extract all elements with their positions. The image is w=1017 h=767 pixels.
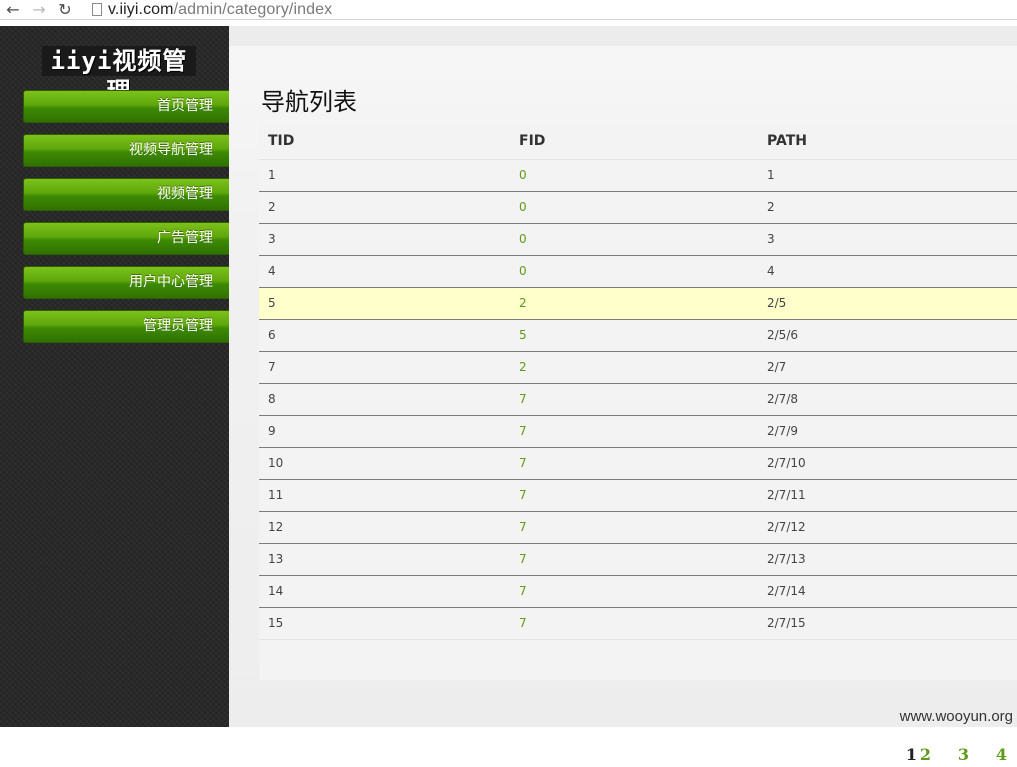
cell-path: 2/7/13	[758, 543, 1017, 576]
cell-fid: 0	[510, 191, 758, 224]
sidebar: iiyi视频管理 首页管理 视频导航管理 视频管理 广告管理 用户中心管理 管理…	[0, 26, 229, 727]
table-row: 101	[259, 159, 1017, 192]
table-row: 11 7 2/7/11	[259, 479, 1017, 512]
cell-fid: 7	[510, 415, 758, 448]
cell-path: 4	[758, 255, 1017, 288]
table-row: 5 2 2/5	[259, 287, 1017, 320]
cell-path: 2/7/9	[758, 415, 1017, 448]
cell-tid: 2	[259, 191, 510, 224]
sidebar-item-home[interactable]: 首页管理	[23, 90, 229, 123]
table-row: 8 7 2/7/8	[259, 383, 1017, 416]
column-header-path: PATH	[758, 123, 1017, 160]
cell-path: 2/5	[758, 287, 1017, 320]
table-row: 202	[259, 191, 1017, 224]
main-top-strip	[229, 26, 1017, 46]
sidebar-item-video-nav[interactable]: 视频导航管理	[23, 134, 229, 167]
cell-tid: 9	[259, 415, 510, 448]
cell-tid: 15	[259, 607, 510, 640]
cell-tid: 3	[259, 223, 510, 256]
cell-fid: 5	[510, 319, 758, 352]
page-title: 导航列表	[261, 88, 357, 116]
cell-fid: 7	[510, 607, 758, 640]
table-row: 12 7 2/7/12	[259, 511, 1017, 544]
cell-path: 3	[758, 223, 1017, 256]
cell-tid: 10	[259, 447, 510, 480]
cell-fid: 7	[510, 575, 758, 608]
pagination-link[interactable]: 3	[958, 745, 996, 767]
category-table-container: TID FID PATH 1 0 1 2 0 2 3 0 3 4 0 4 5 2 2/5 6 5 2/5/6 7 2 2…	[259, 123, 1017, 764]
cell-path: 2/7/8	[758, 383, 1017, 416]
cell-tid: 4	[259, 255, 510, 288]
cell-fid: 0	[510, 159, 758, 192]
main-content: 导航列表 TID FID PATH 1 0 1 2 0 2 3 0 3 4 0 4 5 2 2/5 6 5 2/5…	[229, 26, 1017, 764]
cell-tid: 8	[259, 383, 510, 416]
table-row: 15 7 2/7/15	[259, 607, 1017, 640]
table-row: 9 7 2/7/9	[259, 415, 1017, 448]
cell-tid: 14	[259, 575, 510, 608]
cell-path: 2/7/15	[758, 607, 1017, 640]
back-icon[interactable]: ←	[0, 0, 26, 20]
cell-path: 2	[758, 191, 1017, 224]
cell-path: 1	[758, 159, 1017, 192]
table-row: 7 2 2/7	[259, 351, 1017, 384]
cell-path: 2/7/12	[758, 511, 1017, 544]
cell-tid: 6	[259, 319, 510, 352]
url-host: v.iiyi.com	[108, 0, 174, 18]
watermark: www.wooyun.org	[899, 708, 1013, 725]
cell-tid: 13	[259, 543, 510, 576]
table-row: 303	[259, 223, 1017, 256]
table-row: 404	[259, 255, 1017, 288]
sidebar-item-user-center[interactable]: 用户中心管理	[23, 266, 229, 299]
cell-fid: 7	[510, 479, 758, 512]
table-row: 10 7 2/7/10	[259, 447, 1017, 480]
cell-path: 2/7/11	[758, 479, 1017, 512]
sidebar-item-video[interactable]: 视频管理	[23, 178, 229, 211]
pagination: 1 2 3 4	[906, 745, 1007, 767]
cell-path: 2/5/6	[758, 319, 1017, 352]
pagination-link[interactable]: 4	[996, 745, 1007, 767]
address-bar[interactable]: v.iiyi.com/admin/category/index	[108, 1, 332, 19]
url-path: /admin/category/index	[173, 0, 333, 18]
page-icon	[92, 3, 102, 16]
cell-tid: 5	[259, 287, 510, 320]
forward-icon[interactable]: →	[26, 0, 52, 20]
cell-fid: 7	[510, 383, 758, 416]
table-row: 6 5 2/5/6	[259, 319, 1017, 352]
cell-fid: 7	[510, 511, 758, 544]
table-row: 14 7 2/7/14	[259, 575, 1017, 608]
column-header-fid: FID	[510, 123, 758, 160]
pagination-current-page: 1	[905, 745, 917, 764]
cell-path: 2/7/14	[758, 575, 1017, 608]
table-header-row: TID FID PATH	[259, 123, 1017, 160]
cell-fid: 7	[510, 447, 758, 480]
table-row: 13 7 2/7/13	[259, 543, 1017, 576]
browser-toolbar: ← → ↻ v.iiyi.com/admin/category/index	[0, 0, 1017, 20]
column-header-tid: TID	[259, 123, 510, 160]
reload-icon[interactable]: ↻	[52, 0, 78, 20]
cell-tid: 11	[259, 479, 510, 512]
cell-path: 2/7/10	[758, 447, 1017, 480]
cell-tid: 12	[259, 511, 510, 544]
cell-fid: 7	[510, 543, 758, 576]
sidebar-item-admins[interactable]: 管理员管理	[23, 310, 229, 343]
cell-tid: 7	[259, 351, 510, 384]
cell-fid: 2	[510, 287, 758, 320]
cell-fid: 2	[510, 351, 758, 384]
cell-fid: 0	[510, 255, 758, 288]
sidebar-item-ads[interactable]: 广告管理	[23, 222, 229, 255]
cell-fid: 0	[510, 223, 758, 256]
cell-path: 2/7	[758, 351, 1017, 384]
logo: iiyi视频管理	[42, 46, 196, 105]
category-table: TID FID PATH 1 0 1 2 0 2 3 0 3 4 0 4 5 2 2/5 6 5 2/5/6 7 2 2…	[259, 123, 1017, 640]
pagination-link[interactable]: 2	[920, 745, 958, 767]
cell-tid: 1	[259, 159, 510, 192]
table-body: 1 0 1 2 0 2 3 0 3 4 0 4 5 2 2/5 6 5 2/5/6 7 2 2/7 8 7 2/7/8 9 7 2/…	[259, 159, 1017, 640]
